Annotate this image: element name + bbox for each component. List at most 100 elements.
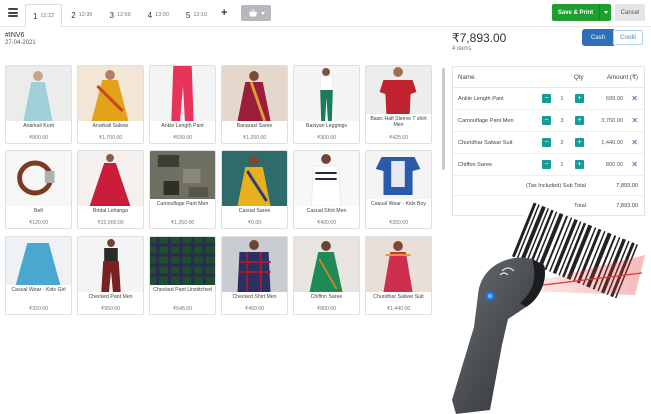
tab-time: 12:59	[116, 12, 131, 18]
product-name: Chiffon Saree	[310, 294, 343, 300]
product-price: ₹350.00	[388, 220, 409, 226]
column-header-amount: Amount (₹)	[606, 74, 638, 81]
product-card[interactable]: Belt ₹120.00	[5, 150, 72, 229]
cart-item-qty: 2	[560, 140, 564, 146]
chevron-down-icon	[603, 11, 608, 14]
product-card[interactable]: Casual Wear - Kids Girl ₹320.00	[5, 236, 72, 315]
decrease-qty-button[interactable]: −	[542, 138, 551, 147]
credit-button[interactable]: Credit	[613, 30, 643, 45]
cart-table: Name Qty Amount (₹) Ankle Length Pant − …	[452, 66, 645, 216]
product-card[interactable]: Churidhar Salwar Suit ₹1,440.00	[365, 236, 432, 315]
cart-item-name: Churidhar Salwar Suit	[458, 140, 513, 146]
product-price: ₹120.00	[28, 220, 49, 226]
remove-item-icon[interactable]: ✕	[631, 116, 638, 125]
product-image	[150, 151, 215, 199]
product-card[interactable]: Ankle Length Pant ₹699.00	[149, 65, 216, 144]
tab-time: 13:10	[193, 12, 208, 18]
product-image	[294, 151, 359, 206]
decrease-qty-button[interactable]: −	[542, 160, 551, 169]
remove-item-icon[interactable]: ✕	[631, 138, 638, 147]
product-image	[6, 66, 71, 121]
cart-item-amount: 3,750.00	[601, 118, 623, 124]
product-card[interactable]: Checked Pant Men ₹950.00	[77, 236, 144, 315]
product-card[interactable]: Anarkali Salwar ₹1,700.00	[77, 65, 144, 144]
product-card[interactable]: Casual Wear - Kids Boy ₹350.00	[365, 150, 432, 229]
product-grid-scrollbar[interactable]	[442, 68, 445, 170]
tab-number: 1	[33, 11, 38, 21]
invoice-number: #INV6	[5, 32, 25, 39]
product-name: Churidhar Salwar Suit	[373, 294, 424, 300]
remove-item-icon[interactable]: ✕	[631, 160, 638, 169]
invoice-tab-3[interactable]: 3 12:59	[101, 4, 138, 25]
product-image	[150, 237, 215, 285]
product-image	[366, 151, 431, 199]
increase-qty-button[interactable]: +	[575, 116, 584, 125]
product-name: Bridal Lehanga	[93, 208, 128, 214]
items-count: 4 items	[452, 46, 472, 52]
product-price: ₹699.00	[172, 135, 193, 141]
cart-row: Chiffon Saree − 1 + 800.00 ✕	[453, 154, 644, 176]
total-row: Total 7,893.00	[453, 196, 644, 216]
basket-dropdown-button[interactable]	[241, 5, 271, 21]
tab-number: 3	[109, 10, 114, 20]
invoice-tab-5[interactable]: 5 13:10	[178, 4, 215, 25]
product-card[interactable]: Camouflage Pant Men ₹1,250.00	[149, 150, 216, 229]
product-image	[6, 237, 71, 285]
product-card[interactable]: Bridal Lehanga ₹22,000.00	[77, 150, 144, 229]
product-name: Anarkali Salwar	[92, 123, 129, 129]
product-card[interactable]: Casual Saree ₹0.00	[221, 150, 288, 229]
product-name: Casual Wear - Kids Girl	[11, 287, 66, 293]
invoice-tab-2[interactable]: 2 12:35	[63, 4, 100, 25]
product-name: Checked Pant Unstitched	[153, 287, 212, 293]
increase-qty-button[interactable]: +	[575, 94, 584, 103]
cart-row: Ankle Length Pant − 1 + 699.00 ✕	[453, 88, 644, 110]
increase-qty-button[interactable]: +	[575, 138, 584, 147]
product-price: ₹645.00	[172, 306, 193, 312]
product-card[interactable]: Chiffon Saree ₹800.00	[293, 236, 360, 315]
remove-item-icon[interactable]: ✕	[631, 94, 638, 103]
product-image	[6, 151, 71, 206]
product-image	[78, 237, 143, 292]
cancel-button[interactable]: Cancel	[615, 4, 645, 21]
menu-icon[interactable]	[8, 8, 18, 17]
cart-item-amount: 800.00	[605, 162, 623, 168]
tab-time: 12:35	[78, 12, 93, 18]
product-image	[78, 151, 143, 206]
barcode-scanner-illustration	[452, 201, 645, 414]
save-print-button[interactable]: Save & Print	[552, 4, 611, 21]
add-tab-button[interactable]: +	[221, 7, 227, 19]
product-card[interactable]: Checked Shirt Men ₹450.00	[221, 236, 288, 315]
product-name: Belt	[34, 208, 43, 214]
cash-button[interactable]: Cash	[583, 30, 613, 45]
product-price: ₹425.00	[388, 135, 409, 141]
product-price: ₹1,440.00	[386, 306, 411, 312]
invoice-tab-1[interactable]: 1 12:22	[25, 4, 63, 27]
increase-qty-button[interactable]: +	[575, 160, 584, 169]
decrease-qty-button[interactable]: −	[542, 116, 551, 125]
save-print-dropdown[interactable]	[599, 4, 611, 21]
product-card[interactable]: Banarasi Saree ₹1,200.00	[221, 65, 288, 144]
product-image	[222, 237, 287, 292]
product-image	[294, 237, 359, 292]
product-card[interactable]: Basiyan Leggings ₹300.00	[293, 65, 360, 144]
invoice-tab-4[interactable]: 4 13:00	[140, 4, 177, 25]
basket-icon	[248, 9, 257, 17]
decrease-qty-button[interactable]: −	[542, 94, 551, 103]
product-card[interactable]: Basic Half Sleeve T shirt Men ₹425.00	[365, 65, 432, 144]
save-print-label: Save & Print	[557, 9, 594, 16]
subtotal-value: 7,893.00	[616, 183, 638, 189]
product-name: Anarkali Kurti	[23, 123, 54, 129]
product-card[interactable]: Anarkali Kurti ₹800.00	[5, 65, 72, 144]
cart-item-name: Chiffon Saree	[458, 162, 493, 168]
subtotal-row: (Tax Included) Sub Total 7,893.00	[453, 176, 644, 196]
product-image	[366, 66, 431, 114]
chevron-down-icon	[260, 11, 265, 15]
product-card[interactable]: Casual Shirt Men ₹400.00	[293, 150, 360, 229]
product-price: ₹300.00	[316, 135, 337, 141]
cart-row: Camouflage Pant Men − 3 + 3,750.00 ✕	[453, 110, 644, 132]
product-name: Checked Shirt Men	[232, 294, 277, 300]
product-card[interactable]: Checked Pant Unstitched ₹645.00	[149, 236, 216, 315]
product-price: ₹950.00	[100, 306, 121, 312]
column-header-qty: Qty	[574, 74, 584, 81]
top-bar: 1 12:22 2 12:35 3 12:59 4 13:00 5 13:10 …	[0, 0, 651, 27]
